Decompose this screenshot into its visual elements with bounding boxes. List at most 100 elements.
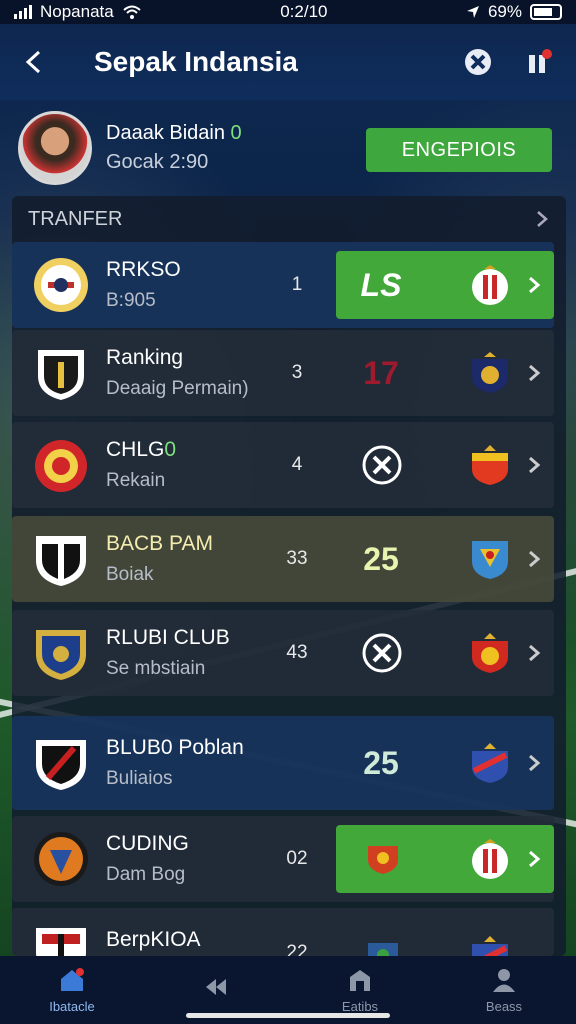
opponent-crest-icon bbox=[472, 633, 508, 673]
chevron-right-icon[interactable] bbox=[526, 455, 542, 475]
chevron-right-icon[interactable] bbox=[526, 643, 542, 663]
club-subtitle: Dam Bog bbox=[106, 864, 186, 885]
opponent-crest-icon bbox=[472, 352, 508, 393]
list-item[interactable]: RLUBI CLUB Se mbstiain 43 bbox=[12, 610, 554, 696]
score: LS bbox=[360, 266, 402, 303]
result-block bbox=[336, 431, 554, 499]
chevron-right-icon[interactable] bbox=[526, 753, 542, 773]
notification-icon[interactable] bbox=[524, 46, 556, 78]
nav-label: Beass bbox=[485, 998, 523, 1014]
chevron-right-icon[interactable] bbox=[534, 210, 550, 228]
bottom-nav: Ibatacle Eatibs Beass bbox=[0, 956, 576, 1024]
back-icon[interactable] bbox=[20, 48, 48, 76]
club-crest-icon bbox=[36, 536, 86, 586]
nav-label: Eatibs bbox=[341, 998, 379, 1014]
signal-icon bbox=[14, 5, 32, 19]
page-title: Sepak Indansia bbox=[94, 46, 298, 77]
score: 25 bbox=[363, 540, 399, 577]
nav-item-profile[interactable]: Beass bbox=[454, 967, 554, 1014]
battery-icon bbox=[530, 4, 562, 20]
rank-number: 02 bbox=[286, 848, 308, 869]
section-title: TRANFER bbox=[28, 207, 123, 230]
wifi-icon bbox=[123, 5, 141, 19]
result-block bbox=[336, 619, 554, 687]
chevron-right-icon[interactable] bbox=[526, 849, 542, 869]
club-crest-icon bbox=[35, 440, 87, 492]
nav-item-shop[interactable]: Eatibs bbox=[310, 967, 410, 1014]
club-crest-icon bbox=[36, 740, 86, 790]
club-name: CUDING bbox=[106, 832, 189, 855]
chevron-right-icon[interactable] bbox=[526, 363, 542, 383]
rank-number: 22 bbox=[286, 942, 308, 956]
home-indicator bbox=[186, 1013, 390, 1018]
status-bar: Nopanata 0:2/10 69% bbox=[0, 0, 576, 24]
rank-number: 4 bbox=[291, 454, 303, 475]
score: 25 bbox=[363, 744, 399, 781]
profile-name: Daaak Bidain 0 bbox=[106, 122, 242, 144]
result-block bbox=[336, 922, 554, 956]
club-name: BACB PAM bbox=[106, 532, 213, 555]
rank-number: 3 bbox=[291, 362, 303, 383]
club-crest-icon bbox=[36, 630, 86, 680]
club-name: RLUBI CLUB bbox=[106, 626, 230, 649]
list-item[interactable]: Ranking Deaaig Permain) 3 17 bbox=[12, 330, 554, 416]
nav-item-rewind[interactable] bbox=[166, 974, 266, 1006]
match-crest-icon bbox=[368, 846, 398, 874]
result-block: 17 bbox=[336, 339, 554, 407]
club-crest-icon bbox=[36, 928, 86, 956]
opponent-crest-icon bbox=[472, 743, 508, 783]
location-icon bbox=[466, 6, 479, 18]
club-name: Ranking bbox=[106, 346, 184, 369]
rewind-icon bbox=[206, 979, 226, 995]
person-icon bbox=[493, 968, 515, 992]
profile-card: Daaak Bidain 0 Gocak 2:90 ENGEPIOIS bbox=[18, 108, 558, 188]
match-crest-icon bbox=[368, 943, 398, 956]
opponent-crest-icon bbox=[472, 445, 508, 485]
club-name: CHLG0 bbox=[106, 438, 177, 461]
list-item[interactable]: BACB PAM Boiak 33 25 bbox=[12, 516, 554, 602]
battery-percent: 69% bbox=[487, 2, 522, 21]
club-subtitle: Deaaig Permain) bbox=[106, 378, 249, 399]
result-block: 25 bbox=[336, 525, 554, 593]
club-crest-icon bbox=[38, 350, 84, 400]
opponent-crest-icon bbox=[472, 541, 508, 579]
result-highlight bbox=[336, 825, 554, 893]
section-header[interactable]: TRANFER bbox=[12, 196, 566, 242]
opponent-crest-icon bbox=[472, 839, 508, 879]
result-highlight: LS bbox=[336, 251, 554, 319]
list-item[interactable]: CUDING Dam Bog 02 bbox=[12, 816, 554, 902]
club-subtitle: Rekain bbox=[106, 470, 166, 491]
carrier-name: Nopanata bbox=[40, 2, 114, 21]
tools-icon bbox=[362, 445, 402, 485]
club-crest-icon bbox=[34, 832, 88, 886]
club-subtitle: B:905 bbox=[106, 290, 156, 311]
engage-button[interactable]: ENGEPIOIS bbox=[366, 128, 552, 172]
list-item[interactable]: CHLG0 Rekain 4 bbox=[12, 422, 554, 508]
club-name: BerpKIOA bbox=[106, 928, 201, 951]
home-icon bbox=[61, 967, 84, 991]
avatar[interactable] bbox=[18, 111, 92, 185]
chevron-right-icon[interactable] bbox=[526, 275, 542, 295]
club-list-panel: TRANFER RRKSO B:905 1 LS Ranking Deaaig … bbox=[12, 196, 566, 956]
list-item[interactable]: BerpKIOA 22 bbox=[12, 908, 554, 956]
club-crest-icon bbox=[34, 258, 88, 312]
opponent-crest-icon bbox=[472, 936, 508, 956]
shop-icon bbox=[350, 969, 370, 991]
club-subtitle: Se mbstiain bbox=[106, 658, 206, 679]
list-item[interactable]: RRKSO B:905 1 LS bbox=[12, 242, 554, 328]
rank-number: 1 bbox=[291, 274, 303, 295]
profile-subtitle: Gocak 2:90 bbox=[106, 151, 209, 173]
nav-label: Ibatacle bbox=[49, 998, 95, 1014]
list-item[interactable]: BLUB0 Poblan Buliaios 25 bbox=[12, 716, 554, 810]
chevron-right-icon[interactable] bbox=[526, 549, 542, 569]
club-name: RRKSO bbox=[106, 258, 181, 281]
score: 17 bbox=[363, 354, 399, 391]
result-block: 25 bbox=[336, 729, 554, 797]
app-header: Sepak Indansia bbox=[0, 24, 576, 100]
tools-icon bbox=[362, 633, 402, 673]
club-name: BLUB0 Poblan bbox=[106, 736, 244, 759]
nav-item-home[interactable]: Ibatacle bbox=[22, 967, 122, 1014]
rank-number: 43 bbox=[286, 642, 308, 663]
settings-icon[interactable] bbox=[462, 46, 494, 78]
club-subtitle: Buliaios bbox=[106, 768, 173, 789]
